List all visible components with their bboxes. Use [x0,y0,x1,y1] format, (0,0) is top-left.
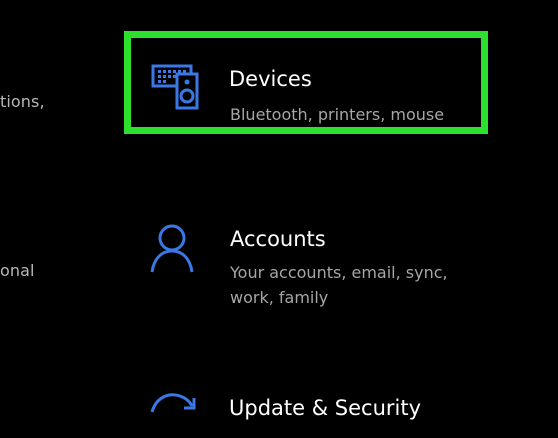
settings-tile-devices[interactable]: Devices Bluetooth, printers, mouse [124,31,488,134]
tile-title: Accounts [230,227,326,251]
tile-description: Your accounts, email, sync, work, family [230,263,448,307]
tile-title: Devices [229,67,312,91]
settings-tile-accounts[interactable]: Accounts Your accounts, email, sync, wor… [124,208,488,318]
settings-tile-update-security[interactable]: Update & Security [124,372,488,432]
tile-title: Update & Security [229,396,422,420]
tile-description: Bluetooth, printers, mouse [230,105,445,124]
left-tile-description-fragment[interactable]: onal [0,261,35,280]
person-icon [148,222,200,274]
left-tile-description-fragment[interactable]: tions, [0,92,45,111]
devices-icon [151,58,203,110]
sync-icon [148,386,200,438]
